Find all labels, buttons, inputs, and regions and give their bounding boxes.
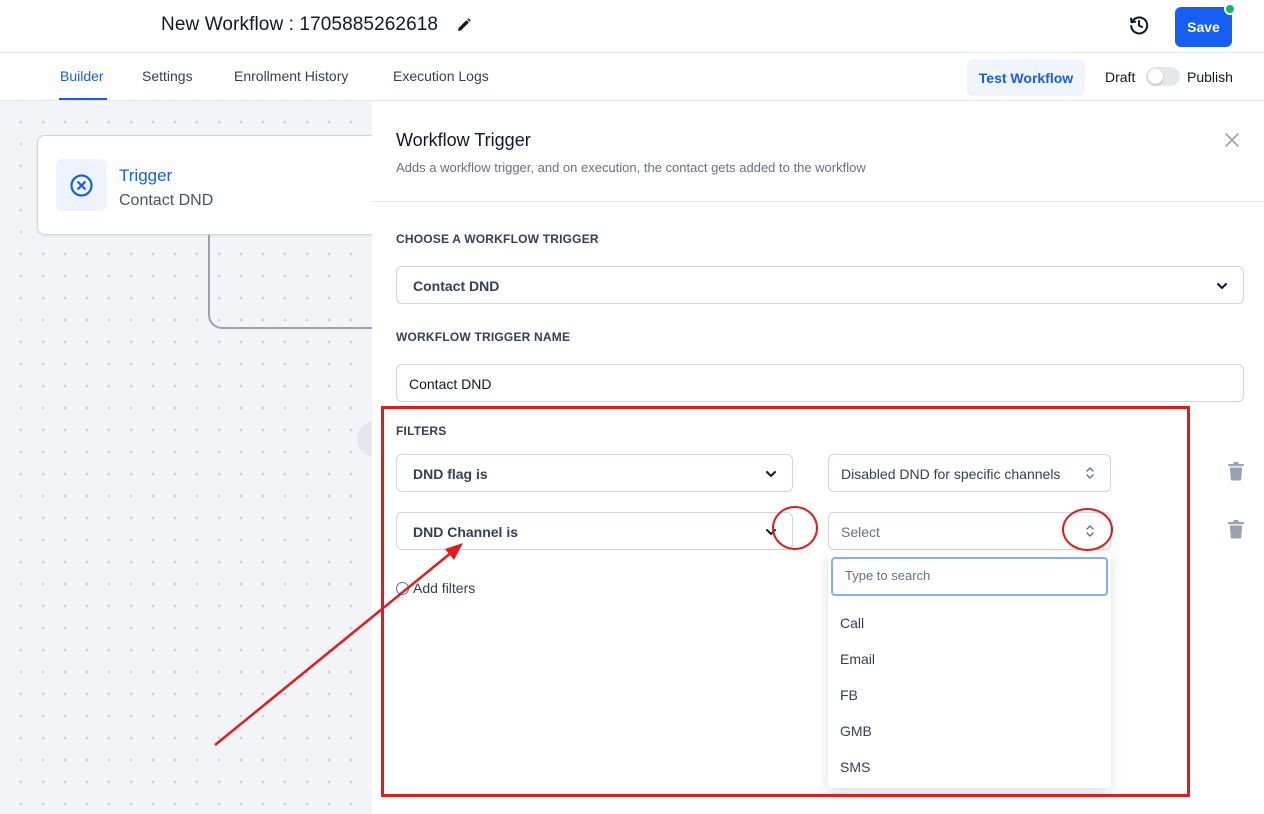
filter-2-value-placeholder: Select (841, 524, 880, 540)
dropdown-option-gmb[interactable]: GMB (840, 723, 872, 739)
trigger-name-value: Contact DND (409, 376, 492, 392)
dropdown-search-input[interactable] (845, 568, 1095, 583)
connector-line (208, 234, 378, 329)
tab-execution-logs[interactable]: Execution Logs (393, 68, 489, 84)
dropdown-option-email[interactable]: Email (840, 651, 875, 667)
workflow-canvas[interactable]: Trigger Contact DND (0, 101, 382, 814)
dropdown-option-call[interactable]: Call (840, 615, 864, 631)
dropdown-option-fb[interactable]: FB (840, 687, 858, 703)
publish-toggle[interactable] (1146, 67, 1180, 86)
trigger-node-subtitle: Contact DND (119, 192, 214, 209)
add-filters-link[interactable]: Add filters (396, 580, 475, 596)
version-history-icon[interactable] (1128, 14, 1150, 36)
panel-subtitle: Adds a workflow trigger, and on executio… (396, 160, 866, 175)
filter-1-value: Disabled DND for specific channels (841, 466, 1061, 482)
tab-settings[interactable]: Settings (142, 68, 193, 84)
delete-filter-1-icon[interactable] (1227, 461, 1245, 481)
sort-updown-icon (1086, 525, 1094, 537)
trigger-node-card[interactable]: Trigger Contact DND (37, 135, 382, 235)
sort-updown-icon (1086, 467, 1094, 479)
draft-label: Draft (1105, 69, 1136, 85)
channel-dropdown-menu: Call Email FB GMB SMS (828, 552, 1111, 788)
trigger-icon-box (56, 159, 107, 211)
filter-1-field-select[interactable]: DND flag is (396, 454, 793, 492)
add-filters-label: Add filters (413, 580, 476, 596)
pencil-icon[interactable] (455, 16, 473, 34)
delete-filter-2-icon[interactable] (1227, 519, 1245, 539)
test-workflow-button[interactable]: Test Workflow (967, 59, 1085, 96)
workflow-title: New Workflow : 1705885262618 (161, 14, 439, 35)
trigger-type-select[interactable]: Contact DND (396, 266, 1244, 304)
chevron-down-icon (766, 529, 776, 535)
filter-2-value-select[interactable]: Select (828, 512, 1111, 550)
circle-x-icon (70, 174, 93, 197)
top-bar: New Workflow : 1705885262618 Save (0, 0, 1264, 53)
trigger-settings-panel: Workflow Trigger Adds a workflow trigger… (372, 101, 1264, 814)
trigger-name-label: WORKFLOW TRIGGER NAME (396, 330, 571, 344)
trigger-name-input[interactable]: Contact DND (396, 364, 1244, 402)
chevron-down-icon (766, 471, 776, 477)
publish-label: Publish (1187, 69, 1233, 85)
save-button[interactable]: Save (1175, 7, 1232, 47)
active-tab-indicator (59, 98, 107, 100)
filter-1-value-select[interactable]: Disabled DND for specific channels (828, 454, 1111, 492)
chevron-down-icon (1217, 283, 1227, 289)
unsaved-indicator-dot (1224, 3, 1236, 15)
panel-divider (372, 201, 1264, 202)
filter-2-field-value: DND Channel is (413, 524, 519, 540)
trigger-node-title: Trigger (119, 166, 173, 185)
tab-builder[interactable]: Builder (60, 68, 104, 84)
dropdown-search-box (831, 557, 1108, 596)
toggle-knob (1148, 69, 1163, 84)
filters-label: FILTERS (396, 424, 447, 438)
choose-trigger-label: CHOOSE A WORKFLOW TRIGGER (396, 232, 599, 246)
add-circle-icon (396, 582, 409, 595)
tab-enrollment-history[interactable]: Enrollment History (234, 68, 348, 84)
panel-title: Workflow Trigger (396, 130, 531, 150)
tab-bar: Builder Settings Enrollment History Exec… (0, 53, 1264, 101)
dropdown-option-sms[interactable]: SMS (840, 759, 870, 775)
filter-1-field-value: DND flag is (413, 466, 488, 482)
close-icon[interactable] (1223, 131, 1241, 149)
trigger-type-value: Contact DND (413, 278, 500, 294)
filter-2-field-select[interactable]: DND Channel is (396, 512, 793, 550)
